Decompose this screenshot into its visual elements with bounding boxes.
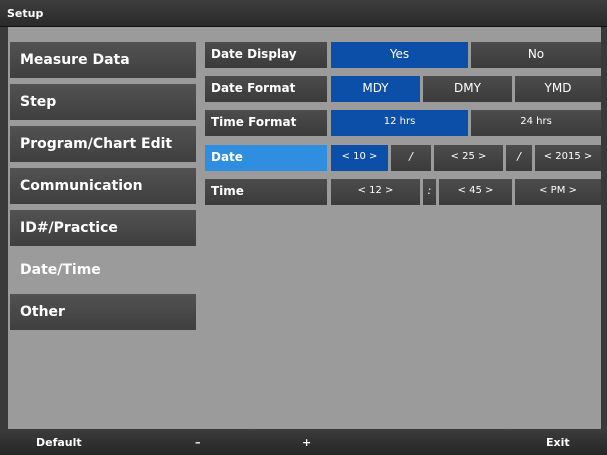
- date-month-stepper[interactable]: < 10 >: [331, 145, 388, 171]
- time-label: Time: [205, 179, 327, 205]
- date-label: Date: [205, 145, 327, 171]
- minus-button[interactable]: –: [195, 436, 201, 449]
- date-display-no-option[interactable]: No: [471, 42, 601, 68]
- right-frame: [601, 27, 607, 429]
- window-title: Setup: [0, 0, 607, 27]
- date-separator-1: /: [391, 145, 431, 171]
- default-button[interactable]: Default: [36, 436, 82, 449]
- time-format-12hrs-option[interactable]: 12 hrs: [331, 110, 468, 136]
- date-separator-2: /: [506, 145, 532, 171]
- sidebar-item-communication[interactable]: Communication: [10, 168, 196, 204]
- date-format-ymd-option[interactable]: YMD: [515, 76, 601, 102]
- sidebar-item-date-time[interactable]: Date/Time: [10, 252, 196, 288]
- sidebar-item-measure-data[interactable]: Measure Data: [10, 42, 196, 78]
- bottom-softkey-bar: Default – + Exit: [0, 429, 607, 455]
- exit-button[interactable]: Exit: [546, 436, 570, 449]
- left-frame: [0, 27, 8, 429]
- date-display-label: Date Display: [205, 42, 327, 68]
- time-minute-stepper[interactable]: < 45 >: [439, 179, 512, 205]
- sidebar-item-other[interactable]: Other: [10, 294, 196, 330]
- time-hour-stepper[interactable]: < 12 >: [331, 179, 420, 205]
- time-format-label: Time Format: [205, 110, 327, 136]
- time-separator: :: [423, 179, 436, 205]
- date-format-label: Date Format: [205, 76, 327, 102]
- plus-button[interactable]: +: [302, 436, 311, 449]
- date-year-stepper[interactable]: < 2015 >: [535, 145, 601, 171]
- setup-screen: Setup Measure Data Step Program/Chart Ed…: [0, 0, 607, 455]
- date-display-yes-option[interactable]: Yes: [331, 42, 468, 68]
- sidebar-item-step[interactable]: Step: [10, 84, 196, 120]
- time-format-24hrs-option[interactable]: 24 hrs: [471, 110, 601, 136]
- date-format-mdy-option[interactable]: MDY: [331, 76, 420, 102]
- time-ampm-stepper[interactable]: < PM >: [515, 179, 601, 205]
- sidebar-item-program-chart-edit[interactable]: Program/Chart Edit: [10, 126, 196, 162]
- sidebar-item-id-practice[interactable]: ID#/Practice: [10, 210, 196, 246]
- date-day-stepper[interactable]: < 25 >: [434, 145, 503, 171]
- date-format-dmy-option[interactable]: DMY: [423, 76, 512, 102]
